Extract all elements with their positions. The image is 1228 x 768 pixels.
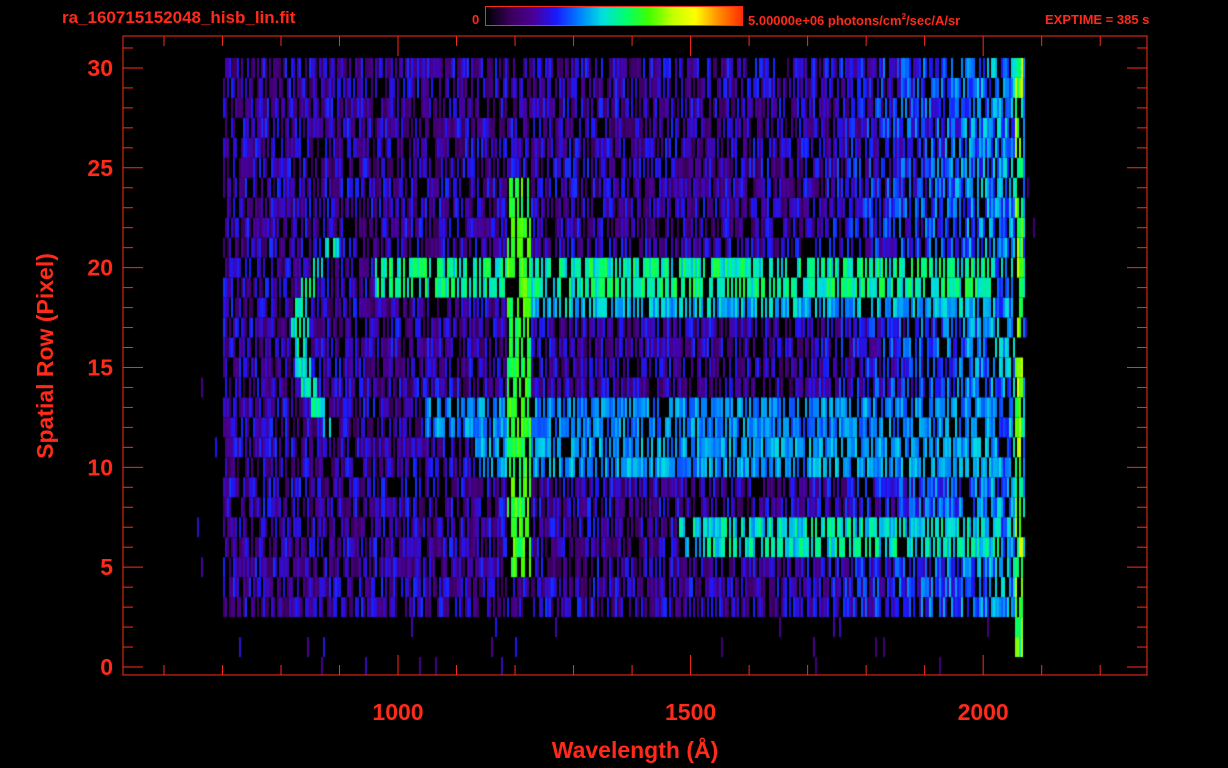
- heatmap-image-wrapper: [123, 36, 1147, 675]
- x-tick-label: 1000: [372, 699, 423, 725]
- y-tick-label: 30: [87, 55, 113, 81]
- spectrum-figure: ra_160715152048_hisb_lin.fit 0 5.00000e+…: [0, 0, 1228, 768]
- x-axis-label: Wavelength (Å): [552, 736, 719, 763]
- x-tick-label: 1500: [665, 699, 716, 725]
- y-tick-label: 25: [87, 155, 113, 181]
- y-tick-label: 5: [100, 554, 113, 580]
- y-tick-label: 10: [87, 454, 113, 480]
- y-axis-label: Spatial Row (Pixel): [32, 253, 58, 459]
- y-tick-label: 0: [100, 654, 113, 680]
- heatmap-chart: 1000 1500 2000 0 5 10 15 20 25 30 Wavelength (Å)…: [32, 35, 1148, 763]
- y-tick-label: 20: [87, 255, 113, 281]
- y-tick-label: 15: [87, 354, 113, 380]
- x-tick-label: 2000: [958, 699, 1009, 725]
- heatmap-image: [123, 36, 1147, 675]
